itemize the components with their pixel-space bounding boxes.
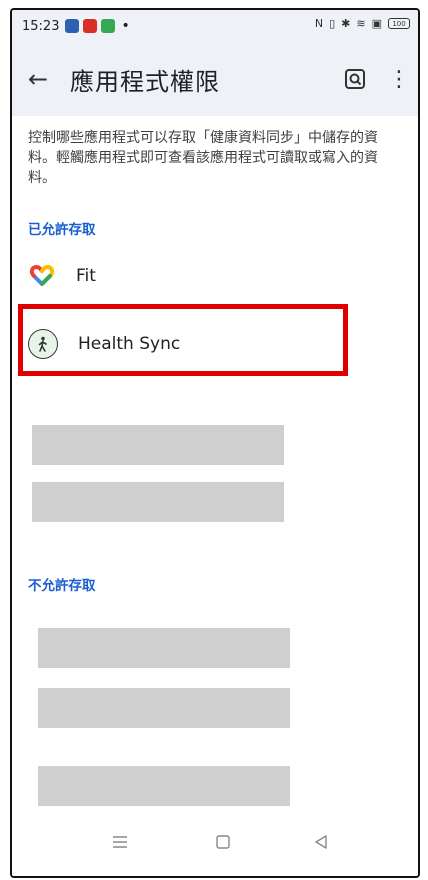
fit-heart-icon <box>29 264 55 286</box>
back-button[interactable]: ← <box>18 59 58 99</box>
notification-app-icon <box>101 19 116 33</box>
back-triangle-icon <box>315 835 327 849</box>
app-search-icon <box>345 69 365 89</box>
page-title: 應用程式權限 <box>70 67 220 96</box>
home-square-icon <box>216 835 230 849</box>
redacted-app-item <box>32 482 284 522</box>
app-item-fit[interactable]: Fit <box>12 246 418 306</box>
status-time: 15:23 <box>22 18 60 34</box>
more-vert-icon: ⋮ <box>388 66 410 92</box>
redacted-app-item <box>38 688 290 728</box>
app-search-button[interactable] <box>336 60 374 98</box>
bluetooth-icon: ✱ <box>341 17 351 30</box>
home-nav-button[interactable] <box>216 834 230 853</box>
app-item-label: Health Sync <box>78 334 181 354</box>
allowed-section-title: 已允許存取 <box>28 222 96 238</box>
back-nav-button[interactable] <box>314 834 328 853</box>
redacted-app-item <box>38 766 290 806</box>
phone-frame: 15:23 • N ▯ ✱ ≋ ▣ 100 ← 應用程式權限 ⋮ 控制哪些應用程… <box>10 8 420 878</box>
status-bar: 15:23 • N ▯ ✱ ≋ ▣ 100 <box>12 10 418 42</box>
denied-section-title: 不允許存取 <box>28 578 96 594</box>
notification-app-icon <box>83 19 98 33</box>
notification-app-icon <box>65 19 80 33</box>
health-sync-icon <box>28 329 58 359</box>
redacted-app-item <box>32 425 284 465</box>
nfc-icon: N <box>314 17 324 30</box>
app-item-health-sync[interactable]: Health Sync <box>12 304 418 376</box>
wifi-icon: ≋ <box>356 17 366 30</box>
more-notifications-dot-icon: • <box>121 18 130 34</box>
vibrate-icon: ▯ <box>329 17 336 30</box>
menu-nav-button[interactable] <box>112 834 128 853</box>
menu-icon <box>113 836 127 848</box>
permissions-description: 控制哪些應用程式可以存取「健康資料同步」中儲存的資料。輕觸應用程式即可查看該應用… <box>28 130 378 186</box>
cast-icon: ▣ <box>371 17 382 30</box>
arrow-back-icon: ← <box>27 65 49 93</box>
redacted-app-item <box>38 628 290 668</box>
status-icons: N ▯ ✱ ≋ ▣ 100 <box>315 17 410 30</box>
battery-icon: 100 <box>388 18 410 29</box>
more-options-button[interactable]: ⋮ <box>384 60 414 98</box>
app-bar: ← 應用程式權限 ⋮ <box>12 42 418 116</box>
system-nav-bar <box>12 816 418 876</box>
highlight-box <box>18 304 348 376</box>
app-item-label: Fit <box>76 266 96 286</box>
